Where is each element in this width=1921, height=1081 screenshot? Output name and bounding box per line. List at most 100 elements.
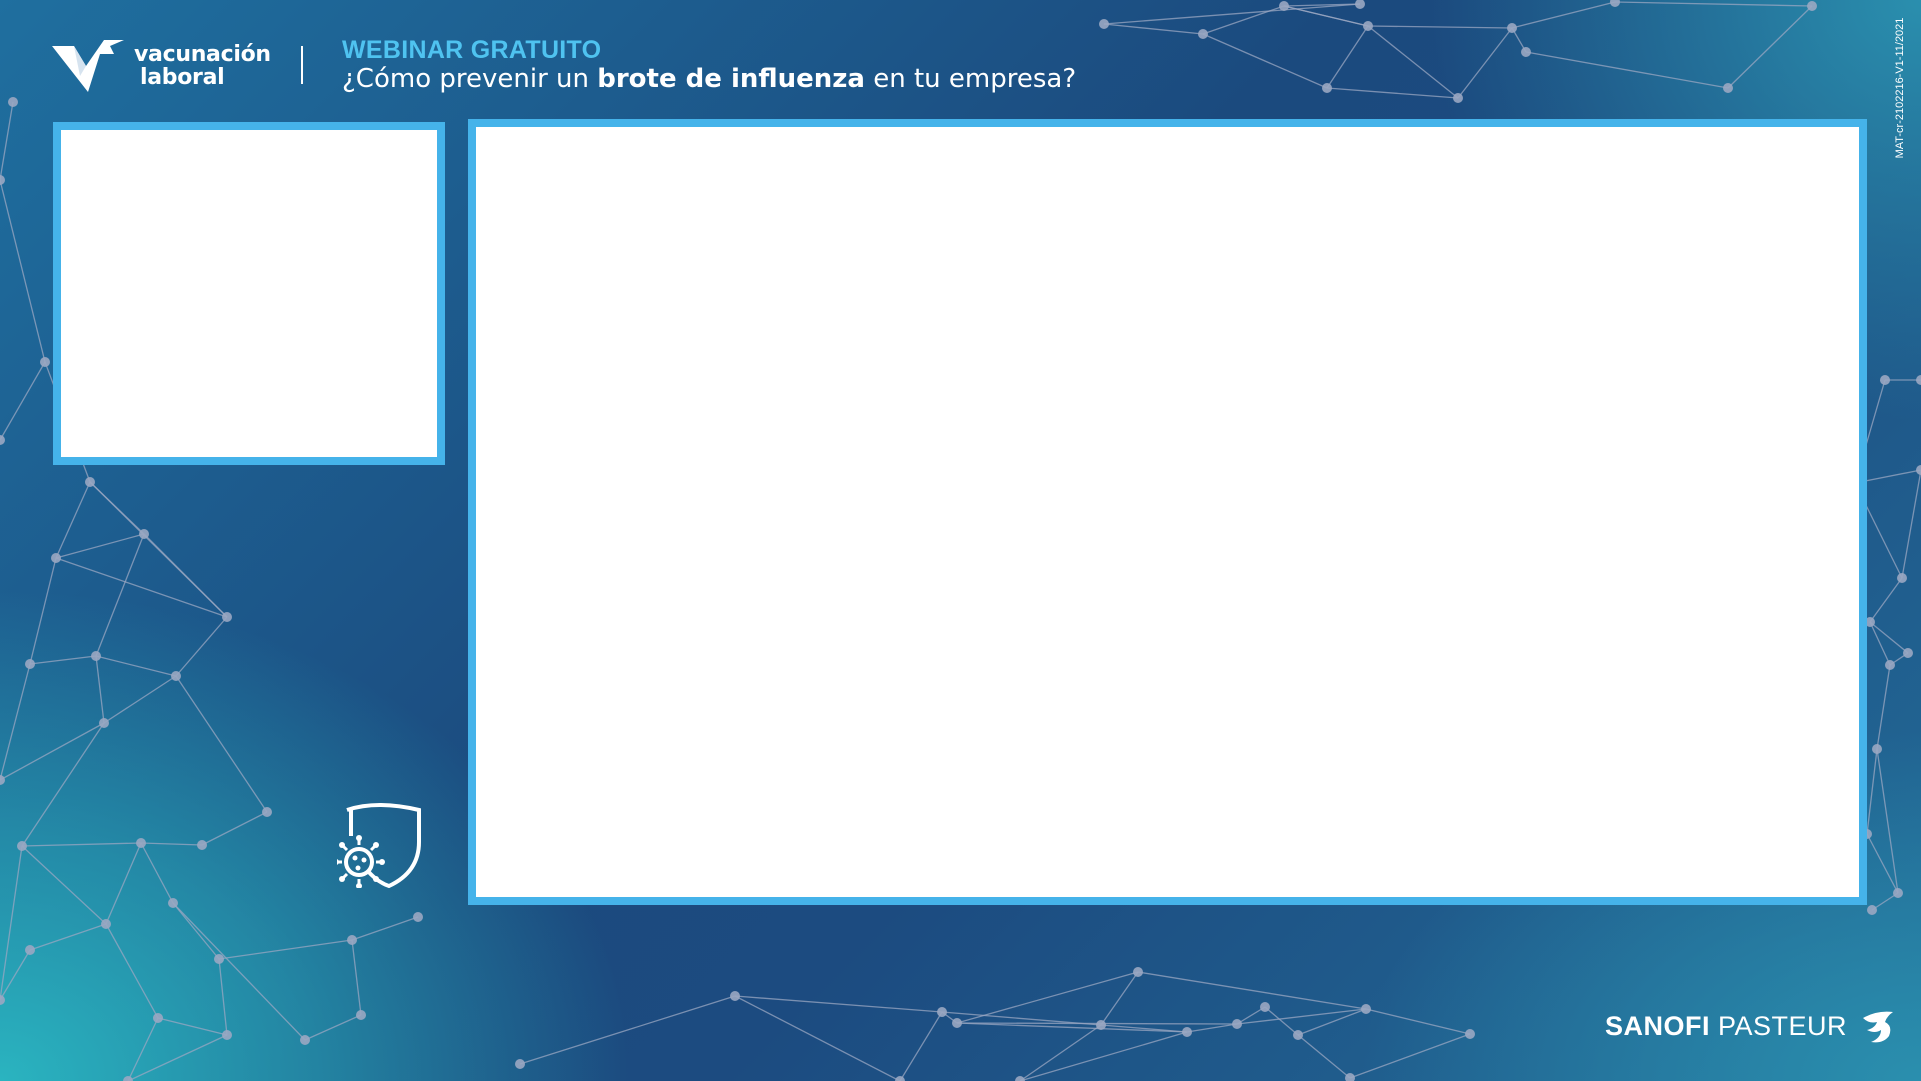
network-node xyxy=(1232,1019,1242,1029)
network-line xyxy=(140,842,174,904)
network-node xyxy=(1182,1027,1192,1037)
network-line xyxy=(1202,33,1328,89)
network-line xyxy=(351,939,362,1016)
sponsor-rest: PASTEUR xyxy=(1710,1010,1848,1041)
logo-line-2: laboral xyxy=(140,65,225,90)
network-line xyxy=(956,1022,1188,1033)
network-line xyxy=(1889,652,1909,666)
network-line xyxy=(21,845,107,925)
network-node xyxy=(1723,83,1733,93)
network-line xyxy=(1019,1031,1188,1081)
network-node xyxy=(40,357,50,367)
network-line xyxy=(0,101,14,181)
network-line xyxy=(899,1011,943,1081)
logo-line-1: vacunación xyxy=(134,42,271,67)
network-node xyxy=(222,612,232,622)
header-divider xyxy=(301,46,303,84)
network-node xyxy=(1361,1004,1371,1014)
network-line xyxy=(55,557,228,618)
network-node xyxy=(1453,93,1463,103)
network-line xyxy=(1100,971,1139,1026)
network-line xyxy=(1869,577,1903,623)
network-line xyxy=(1283,3,1361,7)
network-node xyxy=(262,807,272,817)
network-line xyxy=(29,557,57,665)
network-node xyxy=(515,1059,525,1069)
network-node xyxy=(1916,375,1921,385)
webinar-kicker: WEBINAR GRATUITO xyxy=(342,36,602,64)
vacunacion-laboral-logo: vacunación laboral xyxy=(52,40,271,92)
network-line xyxy=(0,722,105,781)
network-line xyxy=(0,663,31,781)
network-line xyxy=(1349,1033,1471,1079)
network-node xyxy=(347,935,357,945)
network-line xyxy=(95,655,177,677)
network-line xyxy=(55,533,145,559)
title-bold: brote de influenza xyxy=(597,64,865,94)
network-node xyxy=(8,97,18,107)
network-line xyxy=(95,655,105,724)
network-node xyxy=(1133,967,1143,977)
network-node xyxy=(17,841,27,851)
network-line xyxy=(0,949,31,1001)
network-line xyxy=(29,923,107,951)
presentation-video-frame xyxy=(468,119,1867,905)
title-part-2: en tu empresa? xyxy=(864,64,1077,94)
network-line xyxy=(1326,87,1459,99)
network-line xyxy=(172,902,220,960)
network-line xyxy=(1264,1006,1299,1036)
network-node xyxy=(99,718,109,728)
network-line xyxy=(157,1017,228,1036)
network-node xyxy=(1610,0,1620,7)
network-node xyxy=(1260,1002,1270,1012)
network-node xyxy=(1897,573,1907,583)
network-node xyxy=(1903,648,1913,658)
network-line xyxy=(127,1017,159,1081)
network-node xyxy=(1363,21,1373,31)
network-line xyxy=(218,939,353,960)
network-line xyxy=(140,842,203,846)
network-line xyxy=(127,1034,228,1081)
sanofi-pasteur-logo: SANOFI PASTEUR xyxy=(1605,1008,1895,1044)
network-node xyxy=(1465,1029,1475,1039)
network-line xyxy=(941,1011,1102,1026)
network-node xyxy=(413,912,423,922)
network-line xyxy=(1901,469,1921,579)
network-node xyxy=(1867,905,1877,915)
network-node xyxy=(1885,660,1895,670)
network-node xyxy=(139,529,149,539)
network-node xyxy=(1893,888,1903,898)
network-line xyxy=(1457,27,1513,99)
network-line xyxy=(1297,1034,1351,1079)
sponsor-bold: SANOFI xyxy=(1605,1010,1711,1041)
webinar-title: ¿Cómo prevenir un brote de influenza en … xyxy=(342,64,1076,94)
network-line xyxy=(1326,25,1369,89)
network-node xyxy=(153,1013,163,1023)
network-line xyxy=(1727,5,1813,89)
network-line xyxy=(1019,1024,1102,1081)
network-line xyxy=(519,995,736,1065)
network-node xyxy=(222,1030,232,1040)
network-line xyxy=(21,722,105,847)
network-line xyxy=(1137,971,1367,1010)
network-node xyxy=(197,840,207,850)
network-line xyxy=(175,675,268,813)
network-node xyxy=(1015,1076,1025,1081)
network-node xyxy=(952,1018,962,1028)
network-line xyxy=(1103,3,1361,25)
network-line xyxy=(734,995,943,1013)
network-line xyxy=(95,533,145,657)
network-node xyxy=(1916,465,1921,475)
document-code: MAT-cr-2102216-V1-11/2021 xyxy=(1885,12,1906,172)
speaker-video-frame xyxy=(53,122,445,465)
network-node xyxy=(1880,375,1890,385)
network-line xyxy=(1365,1008,1471,1035)
network-node xyxy=(136,838,146,848)
network-node xyxy=(0,435,5,445)
network-line xyxy=(0,179,46,363)
shield-virus-icon xyxy=(337,803,421,888)
network-node xyxy=(937,1007,947,1017)
network-node xyxy=(1099,19,1109,29)
network-line xyxy=(734,995,901,1081)
title-part-1: ¿Cómo prevenir un xyxy=(342,64,598,94)
